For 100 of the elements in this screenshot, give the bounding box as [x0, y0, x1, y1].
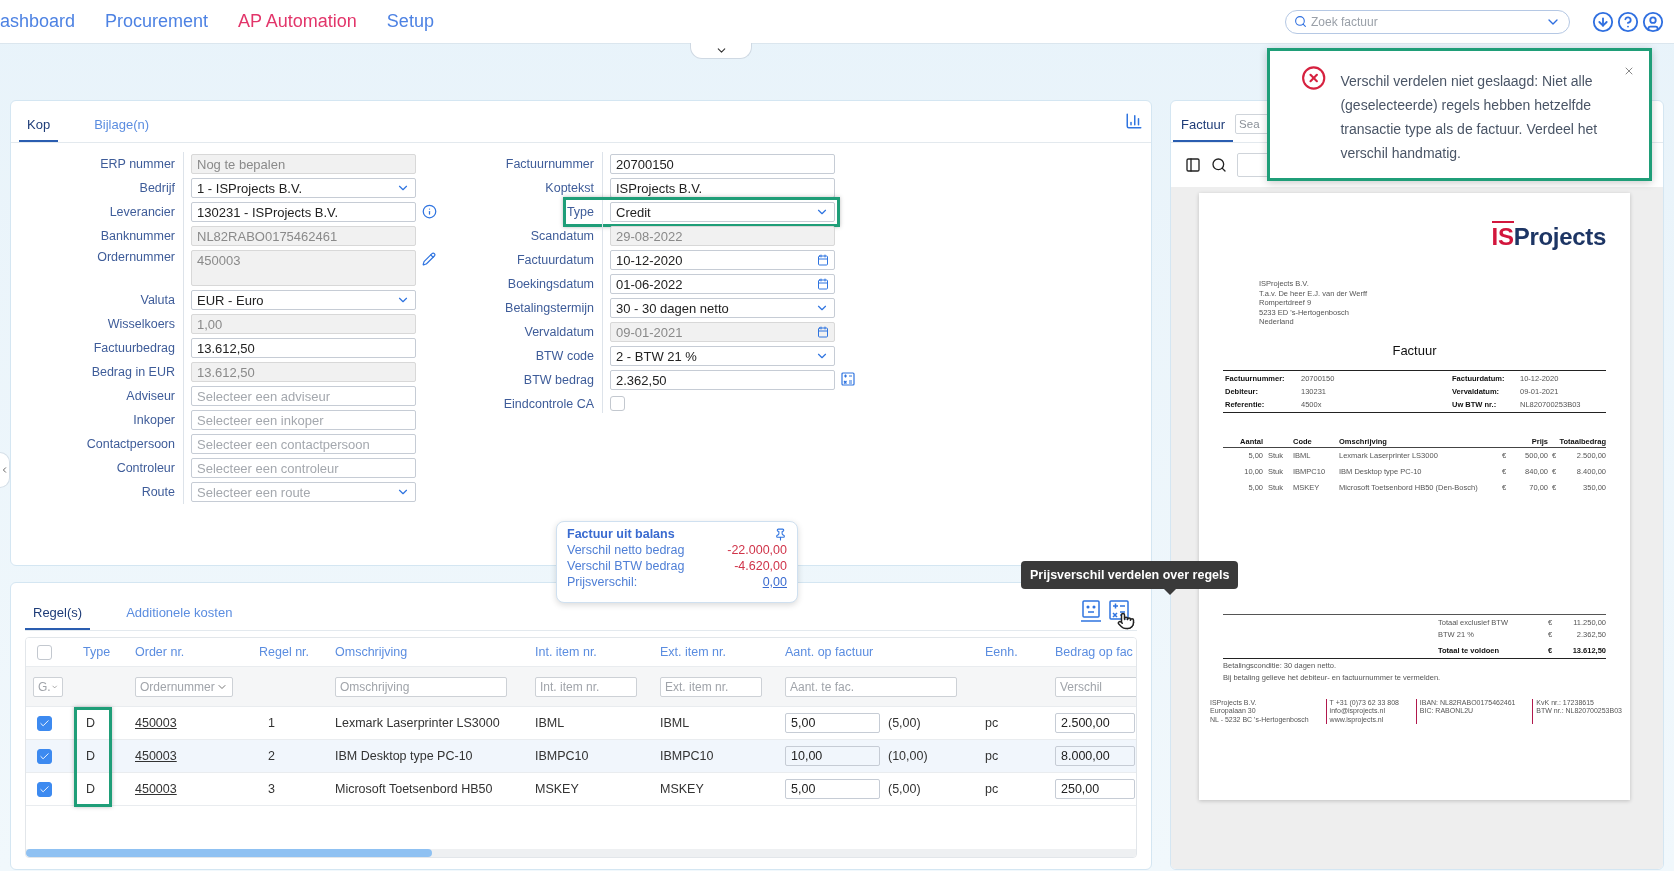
checkbox[interactable]	[610, 396, 625, 411]
text-field[interactable]: Selecteer een inkoper	[191, 410, 416, 430]
filter-field[interactable]: Omschrijving	[335, 676, 507, 697]
order-link[interactable]: 450003	[135, 749, 252, 763]
text-field[interactable]: Selecteer een contactpersoon	[191, 434, 416, 454]
info-icon[interactable]	[422, 204, 437, 219]
table-cell-text: pc	[984, 782, 1000, 796]
column-header[interactable]: Ext. item nr.	[653, 645, 778, 659]
dropdown[interactable]: Selecteer een route	[191, 482, 416, 502]
field-label: Vervaldatum	[523, 324, 595, 341]
tab[interactable]: Regel(s)	[25, 605, 91, 630]
search-icon[interactable]	[1211, 157, 1227, 173]
field-label: Factuurnummer	[504, 156, 595, 173]
filter-field[interactable]: G.	[33, 676, 63, 697]
nav-link[interactable]: Setup	[386, 11, 434, 32]
field-label: ERP nummer	[99, 156, 176, 173]
calendar-icon	[817, 326, 829, 338]
text-field[interactable]: 130231 - ISProjects B.V.	[191, 202, 416, 222]
table-cell-text: 1	[267, 716, 276, 730]
scrollbar[interactable]	[26, 849, 1136, 857]
checkbox[interactable]	[37, 644, 52, 660]
filter-field[interactable]: Int. item nr.	[535, 676, 637, 697]
table-row[interactable]: D 450003 2 IBM Desktop type PC-10 IBMPC10 IBMPC10 10,00 (10,00) pc 8.000,00	[26, 740, 1136, 773]
field-label: Controleur	[115, 460, 176, 477]
quantity-field[interactable]: 10,00	[785, 746, 880, 766]
column-header[interactable]: Regel nr.	[252, 645, 328, 659]
field-label: BTW bedrag	[522, 372, 595, 389]
filter-field[interactable]: Ext. item nr.	[660, 676, 762, 697]
column-header[interactable]: Type	[76, 645, 128, 659]
search-icon	[1294, 15, 1307, 28]
user-icon[interactable]	[1642, 10, 1664, 33]
bar-chart-icon[interactable]	[1125, 112, 1143, 130]
field-label: Contactpersoon	[85, 436, 176, 453]
calendar-icon	[817, 254, 829, 266]
tooltip: Prijsverschil verdelen over regels	[1021, 561, 1239, 589]
column-header[interactable]: Eenh.	[978, 645, 1048, 659]
date-field[interactable]: 01-06-2022	[610, 274, 835, 294]
column-header[interactable]: Omschrijving	[328, 645, 528, 659]
checkbox[interactable]	[37, 781, 52, 797]
nav-link[interactable]: Procurement	[105, 11, 209, 32]
balance-label: Verschil netto bedrag	[567, 543, 686, 557]
text-field[interactable]: 13.612,50	[191, 338, 416, 358]
help-icon[interactable]	[1617, 10, 1639, 33]
table-cell: (5,00)	[888, 716, 921, 730]
panel-icon[interactable]	[1185, 157, 1201, 173]
face-icon[interactable]	[1081, 600, 1101, 622]
filter-field[interactable]: Verschil	[1055, 676, 1136, 697]
filter-field[interactable]: Aant. te fac.	[785, 676, 957, 697]
text-field[interactable]: 20700150	[610, 154, 835, 174]
tab[interactable]: Factuur	[1173, 117, 1234, 142]
order-link[interactable]: 450003	[135, 782, 252, 796]
chevron-left-icon	[0, 465, 9, 475]
download-icon[interactable]	[1592, 10, 1614, 33]
column-header[interactable]: Aant. op factuur	[778, 645, 978, 659]
field-label: Valuta	[139, 292, 176, 309]
field-label: Factuurbedrag	[92, 340, 176, 357]
table-cell: (10,00)	[888, 749, 928, 763]
tab[interactable]: Kop	[19, 117, 59, 142]
table-cell-text: IBML	[659, 716, 691, 730]
column-header[interactable]: Order nr.	[128, 645, 252, 659]
balance-label: Verschil BTW bedrag	[567, 559, 686, 573]
field-label: Wisselkoers	[106, 316, 176, 333]
dropdown[interactable]: 1 - ISProjects B.V.	[191, 178, 416, 198]
field-label: Type	[565, 204, 595, 221]
nav-link[interactable]: ashboard	[0, 11, 76, 32]
dropdown[interactable]: 30 - 30 dagen netto	[610, 298, 835, 318]
checkbox[interactable]	[37, 748, 52, 764]
dropdown[interactable]: Credit	[610, 202, 835, 222]
table-cell-text: IBML	[534, 716, 566, 730]
table-cell-text: IBMPC10	[534, 749, 590, 763]
nav-link[interactable]: AP Automation	[238, 11, 357, 32]
pin-icon[interactable]	[774, 527, 787, 541]
column-header[interactable]: Bedrag op fac	[1048, 645, 1136, 659]
text-field[interactable]: ISProjects B.V.	[610, 178, 835, 198]
error-icon	[1301, 65, 1327, 91]
order-link[interactable]: 450003	[135, 716, 252, 730]
table-cell-text: IBM Desktop type PC-10	[334, 749, 474, 763]
date-field[interactable]: 10-12-2020	[610, 250, 835, 270]
tab[interactable]: Bijlage(n)	[86, 117, 158, 142]
dropdown[interactable]: 2 - BTW 21 %	[610, 346, 835, 366]
field-label: Inkoper	[132, 412, 176, 429]
dropdown[interactable]: EUR - Euro	[191, 290, 416, 310]
filter-field[interactable]: Ordernummer	[135, 676, 233, 697]
column-header[interactable]: Int. item nr.	[528, 645, 653, 659]
amount-field[interactable]: 8.000,00	[1055, 746, 1135, 766]
balance-link[interactable]: 0,00	[727, 575, 787, 589]
checkbox[interactable]	[37, 715, 52, 731]
calculator-icon[interactable]	[1109, 600, 1129, 620]
field-label: Ordernummer	[96, 249, 176, 266]
tab[interactable]: Additionele kosten	[118, 605, 241, 630]
amount-field[interactable]: 250,00	[1055, 779, 1135, 799]
field-label: Koptekst	[544, 180, 595, 197]
text-field[interactable]: Selecteer een controleur	[191, 458, 416, 478]
quantity-field[interactable]: 5,00	[785, 713, 880, 733]
balance-amount: -4.620,00	[733, 559, 787, 573]
quantity-field[interactable]: 5,00	[785, 779, 880, 799]
text-field[interactable]: Selecteer een adviseur	[191, 386, 416, 406]
text-field[interactable]: 2.362,50	[610, 370, 835, 390]
table-cell-text: MSKEY	[534, 782, 580, 796]
amount-field[interactable]: 2.500,00	[1055, 713, 1135, 733]
